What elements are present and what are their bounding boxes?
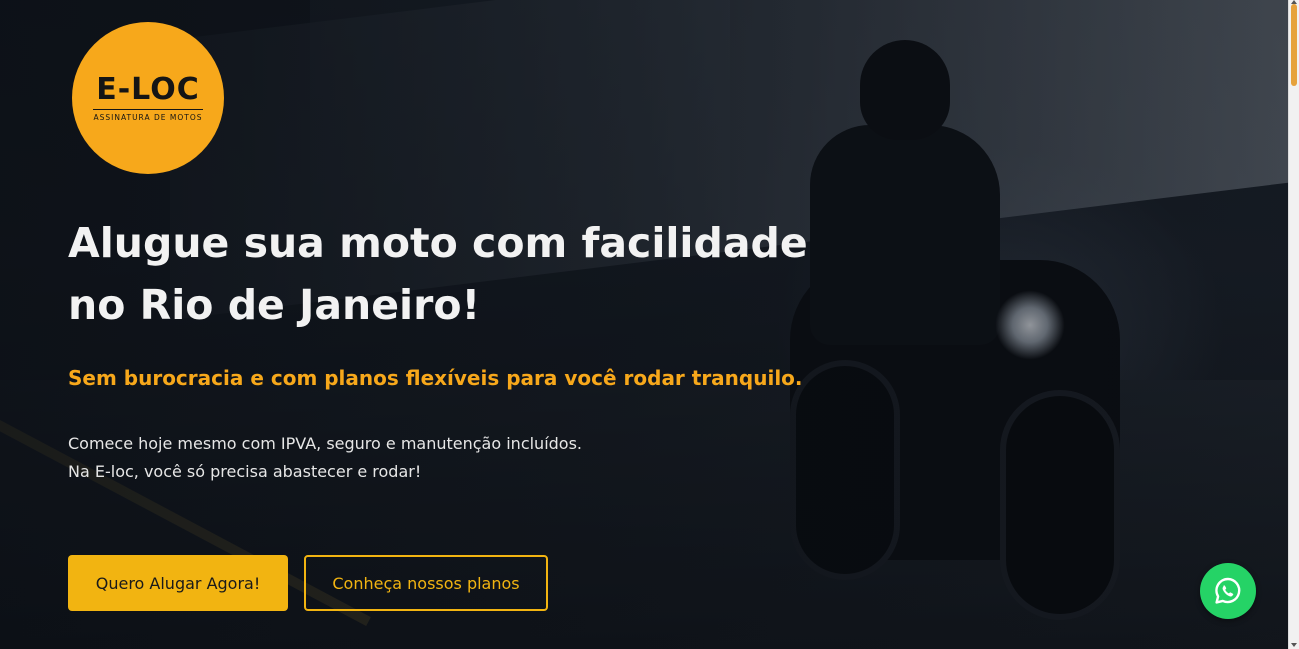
view-plans-button[interactable]: Conheça nossos planos [304,555,548,611]
hero-section: E-LOC ASSINATURA DE MOTOS Alugue sua mot… [0,0,1288,649]
whatsapp-button[interactable] [1200,563,1256,619]
scrollbar-thumb[interactable] [1291,4,1297,86]
hero-description: Comece hoje mesmo com IPVA, seguro e man… [68,430,828,486]
logo-tagline: ASSINATURA DE MOTOS [93,108,203,122]
logo-wordmark: E-LOC [96,71,200,107]
hero-headline: Alugue sua moto com facilidade no Rio de… [68,212,828,336]
brand-logo[interactable]: E-LOC ASSINATURA DE MOTOS [72,22,224,174]
whatsapp-icon [1215,577,1241,604]
page-scrollbar[interactable] [1288,0,1299,649]
hero-headline-line2: no Rio de Janeiro! [68,281,481,329]
hero-description-line2: Na E-loc, você só precisa abastecer e ro… [68,462,422,481]
hero-headline-line1: Alugue sua moto com facilidade [68,219,808,267]
rent-now-button[interactable]: Quero Alugar Agora! [68,555,288,611]
scroll-down-arrow-icon[interactable] [1291,643,1297,647]
hero-subheadline: Sem burocracia e com planos flexíveis pa… [68,366,803,390]
hero-description-line1: Comece hoje mesmo com IPVA, seguro e man… [68,434,583,453]
hero-content: Alugue sua moto com facilidade no Rio de… [68,212,828,486]
